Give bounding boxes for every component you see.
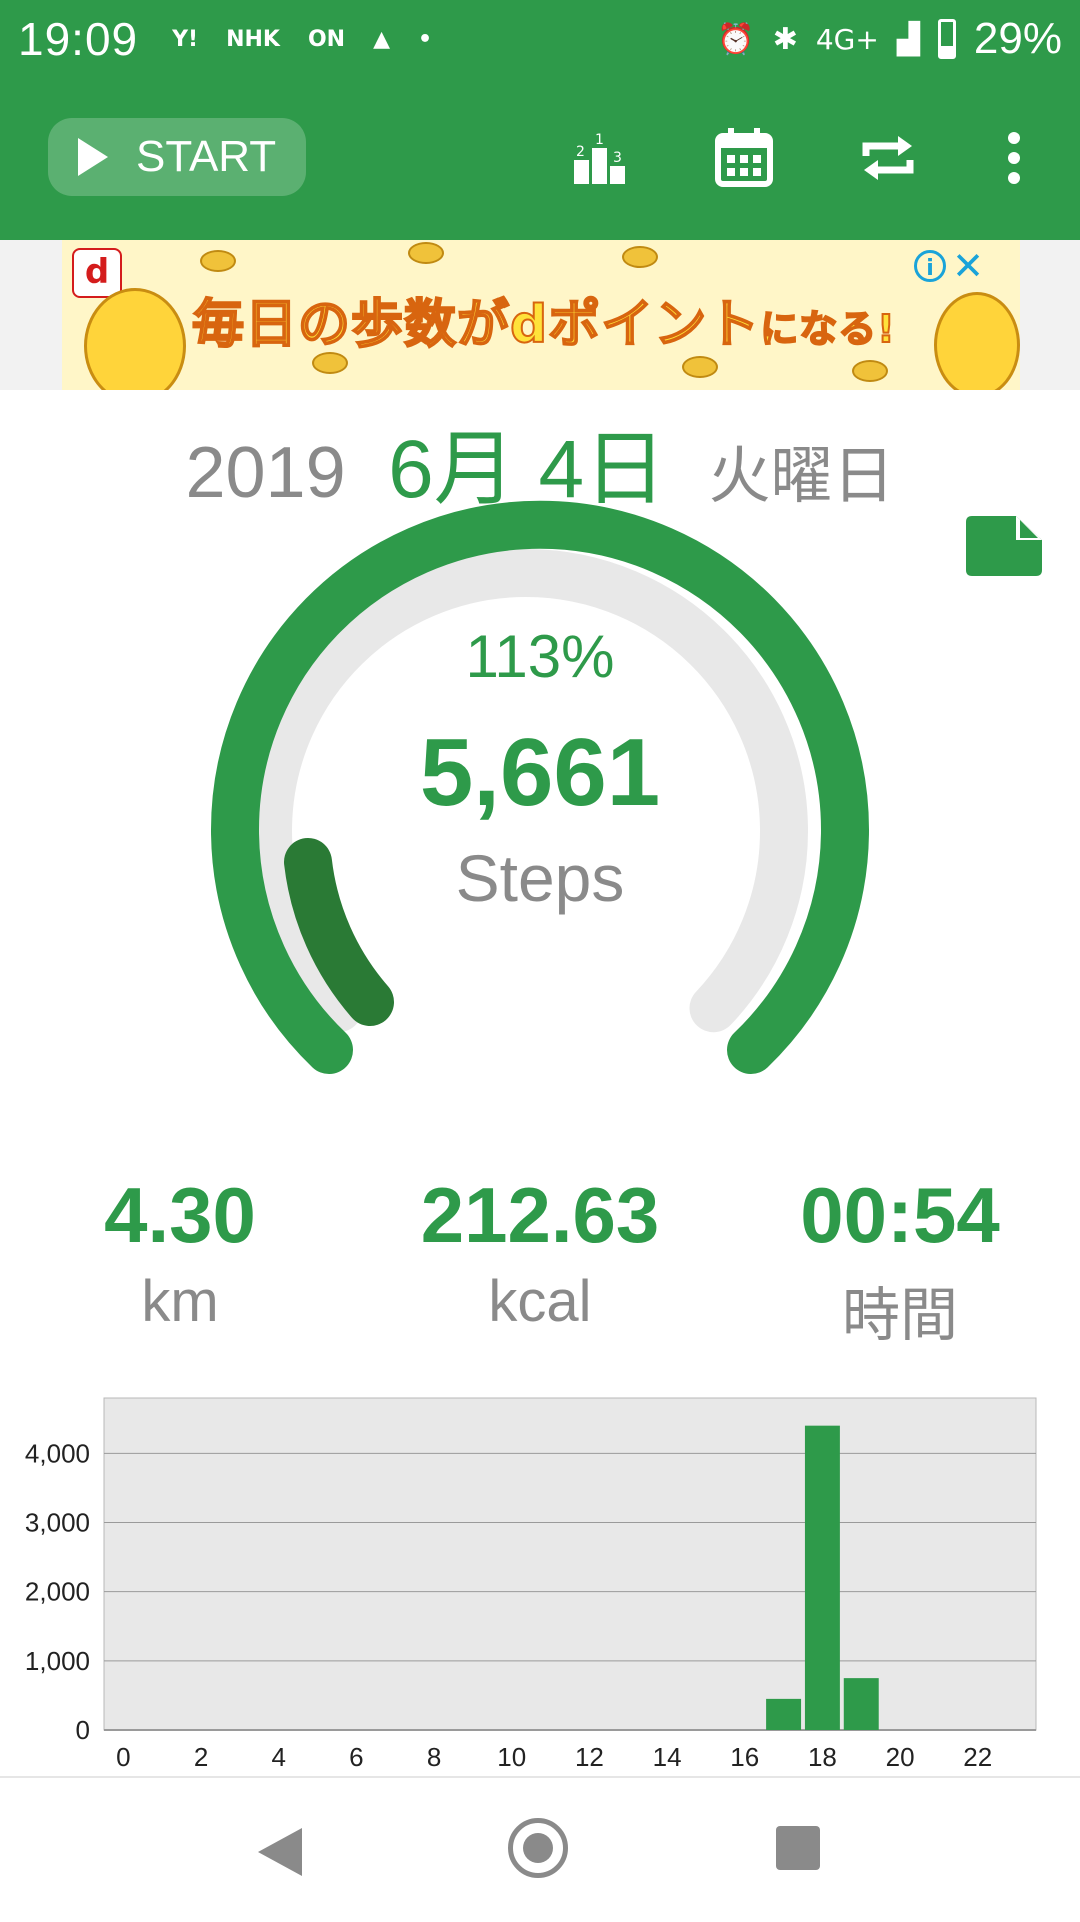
bluetooth-icon: ✱ [772, 21, 798, 57]
repeat-icon[interactable] [856, 126, 920, 190]
chart-y-tick-label: 0 [76, 1715, 90, 1745]
ad-banner[interactable]: d 毎日の歩数がdポイントになる! i ✕ [0, 240, 1080, 390]
date-header: 2019 6月 4日 火曜日 [0, 402, 1080, 515]
chart-x-tick-label: 6 [349, 1742, 363, 1772]
notification-icons: Y! NHK ON ▲ • [172, 27, 432, 52]
dpoint-logo-icon: d [72, 248, 122, 298]
chart-y-tick-label: 3,000 [25, 1508, 90, 1538]
yahoo-icon: Y! [172, 26, 199, 52]
ad-content[interactable]: d 毎日の歩数がdポイントになる! i ✕ [62, 240, 1020, 390]
ad-headline: 毎日の歩数がdポイントになる! [191, 282, 896, 357]
chart-x-tick-label: 4 [272, 1742, 286, 1772]
play-icon [78, 138, 108, 176]
system-icons: ⏰ ✱ 4G+ ▟ 29% [717, 14, 1062, 64]
distance-value: 4.30 [104, 1171, 256, 1259]
coin-icon [682, 356, 718, 378]
warning-icon: ▲ [373, 26, 391, 52]
chart-x-tick-label: 16 [730, 1742, 759, 1772]
ad-headline-part1: 毎日の歩数が [191, 294, 511, 356]
system-nav-bar [0, 1776, 1080, 1922]
start-button[interactable]: START [48, 118, 306, 196]
distance-unit: km [141, 1269, 219, 1334]
battery-icon [937, 19, 956, 59]
distance-stat: 4.30 km [30, 1170, 330, 1335]
home-icon[interactable] [508, 1818, 568, 1878]
coin-icon [622, 246, 658, 268]
duck-character-right [934, 292, 1020, 390]
steps-label: Steps [455, 841, 625, 915]
goal-percent: 113% [465, 623, 615, 690]
more-icon[interactable] [982, 126, 1046, 190]
hourly-steps-chart: 0 1,000 2,000 3,000 4,000 0 2 4 6 8 10 12 14 16 18 20 22 [25, 1397, 1037, 1772]
chart-x-tick-label: 18 [808, 1742, 837, 1772]
chart-x-tick-label: 8 [427, 1742, 441, 1772]
chart-bar-hour-18 [804, 1425, 840, 1730]
duration-stat: 00:54 時間 [750, 1170, 1050, 1352]
duck-character-left [84, 288, 186, 390]
svg-text:2: 2 [576, 144, 585, 160]
ranking-icon[interactable]: 2 1 3 [568, 126, 632, 190]
ad-info-icon[interactable]: i [914, 250, 946, 282]
chart-y-tick-label: 2,000 [25, 1577, 90, 1607]
chart-x-tick-label: 10 [497, 1742, 526, 1772]
chart-bar-hour-17 [766, 1698, 802, 1730]
wifi-calling-icon: ON [307, 26, 346, 52]
app-bar: START 2 1 3 [0, 78, 1080, 240]
calories-stat: 212.63 kcal [390, 1170, 690, 1335]
chart-y-tick-label: 1,000 [25, 1646, 90, 1676]
chart-x-tick-label: 14 [653, 1742, 682, 1772]
coin-icon [200, 250, 236, 272]
coin-icon [408, 242, 444, 264]
alarm-icon: ⏰ [717, 21, 755, 57]
stats-row: 4.30 km 212.63 kcal 00:54 時間 [0, 1170, 1080, 1350]
ad-close-icon[interactable]: ✕ [952, 244, 984, 288]
chart-bar-hour-19 [843, 1678, 879, 1730]
coin-icon [852, 360, 888, 382]
chart-x-tick-label: 20 [886, 1742, 915, 1772]
calendar-icon[interactable] [712, 126, 776, 190]
status-time: 19:09 [18, 13, 139, 65]
dot-icon: • [418, 26, 433, 52]
chart-plot-area [103, 1397, 1037, 1731]
status-bar: 19:09 Y! NHK ON ▲ • ⏰ ✱ 4G+ ▟ 29% [0, 0, 1080, 78]
recent-apps-icon[interactable] [776, 1826, 820, 1870]
svg-text:1: 1 [595, 132, 604, 148]
signal-icon: ▟ [896, 21, 920, 57]
ad-headline-part3: になる! [759, 306, 896, 352]
battery-percent: 29% [973, 14, 1062, 63]
back-icon[interactable] [258, 1828, 302, 1876]
calories-value: 212.63 [420, 1171, 660, 1259]
network-type: 4G+ [815, 22, 879, 56]
start-button-label: START [136, 132, 277, 181]
chart-x-tick-label: 22 [963, 1742, 992, 1772]
step-count: 5,661 [419, 719, 661, 826]
chart-x-tick-label: 12 [575, 1742, 604, 1772]
svg-text:3: 3 [613, 150, 622, 166]
duration-value: 00:54 [800, 1171, 1000, 1259]
calories-unit: kcal [488, 1269, 592, 1334]
chart-x-tick-label: 0 [116, 1742, 130, 1772]
chart-x-tick-label: 2 [194, 1742, 208, 1772]
nhk-icon: NHK [226, 26, 280, 52]
duration-unit: 時間 [841, 1283, 958, 1348]
chart-y-tick-label: 4,000 [25, 1438, 90, 1468]
ad-headline-part2: dポイント [509, 294, 761, 356]
